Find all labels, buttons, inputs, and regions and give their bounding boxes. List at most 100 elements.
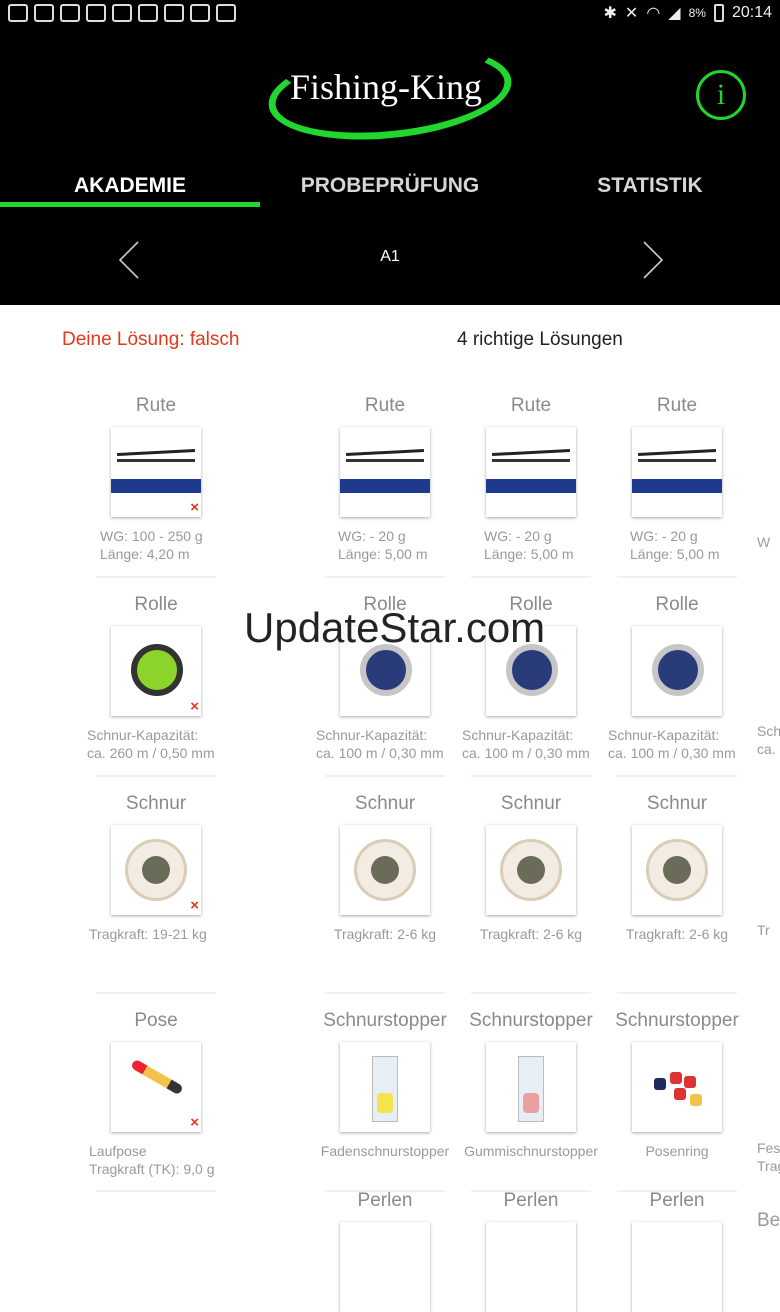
card-title: Schnur — [125, 793, 187, 814]
description-line: Tragkraft: 19-21 kg — [89, 926, 207, 942]
description-line: Laufpose — [89, 1143, 147, 1159]
card-description: Tragkraft: 19-21 kg — [83, 925, 229, 943]
description-line: ca. 100 m / 0,30 mm — [608, 745, 736, 761]
chevron-right-icon[interactable] — [642, 240, 666, 279]
tab-probepruefung[interactable]: PROBEPRÜFUNG — [260, 168, 520, 208]
card-divider — [96, 576, 216, 578]
equipment-image — [486, 1222, 576, 1312]
card-description: WG: - 20 g Länge: 5,00 m — [458, 527, 604, 563]
card-title: Rolle — [655, 594, 699, 615]
equipment-image — [632, 626, 722, 716]
equipment-card[interactable]: Rute WG: - 20 g Länge: 5,00 m — [312, 395, 458, 578]
equipment-card[interactable]: Schnur Tragkraft: 2-6 kg — [604, 793, 750, 994]
card-description: Schnur-Kapazität: ca. 100 m / 0,30 mm — [604, 726, 750, 762]
card-description: Tragkraft: 2-6 kg — [458, 925, 604, 943]
card-description: Fadenschnurstopper — [312, 1142, 458, 1160]
equipment-card[interactable]: Rolle × Schnur-Kapazität: ca. 260 m / 0,50 … — [83, 594, 229, 777]
card-title: Rolle — [134, 594, 178, 615]
peek-column-text: ca. — [757, 741, 776, 757]
level-navigator: A1 — [0, 232, 780, 284]
equipment-card[interactable]: Schnur Tragkraft: 2-6 kg — [312, 793, 458, 994]
info-icon[interactable]: i — [696, 70, 746, 120]
equipment-card[interactable]: Schnurstopper Gummischnurstopper — [458, 1010, 604, 1192]
card-title: Schnurstopper — [323, 1010, 447, 1031]
correct-solutions-count: 4 richtige Lösungen — [457, 329, 623, 350]
equipment-image — [340, 1222, 430, 1312]
equipment-card[interactable]: Perlen — [312, 1190, 458, 1312]
equipment-card[interactable]: Rute WG: - 20 g Länge: 5,00 m — [604, 395, 750, 578]
equipment-card[interactable]: Pose × Laufpose Tragkraft (TK): 9,0 g — [83, 1010, 229, 1192]
equipment-image — [632, 1042, 722, 1132]
description-line: Fadenschnurstopper — [320, 1143, 450, 1159]
card-description: Tragkraft: 2-6 kg — [604, 925, 750, 943]
description-line: Posenring — [645, 1143, 709, 1159]
your-solution-status: Deine Lösung: falsch — [62, 329, 240, 350]
equipment-card[interactable]: Rute WG: - 20 g Länge: 5,00 m — [458, 395, 604, 578]
card-title: Rute — [510, 395, 552, 416]
description-line: Tragkraft (TK): 9,0 g — [89, 1161, 215, 1177]
equipment-image — [632, 1222, 722, 1312]
equipment-card[interactable]: Schnur × Tragkraft: 19-21 kg — [83, 793, 229, 994]
equipment-card[interactable]: Rute × WG: 100 - 250 g Länge: 4,20 m — [83, 395, 229, 578]
card-title: Schnur — [646, 793, 708, 814]
equipment-image: × — [111, 626, 201, 716]
card-description: Laufpose Tragkraft (TK): 9,0 g — [83, 1142, 229, 1178]
tab-statistik[interactable]: STATISTIK — [520, 168, 780, 208]
description-line: Tragkraft: 2-6 kg — [333, 926, 437, 942]
description-line: ca. 100 m / 0,30 mm — [316, 745, 444, 761]
equipment-card[interactable]: Perlen — [458, 1190, 604, 1312]
description-line: WG: 100 - 250 g — [100, 528, 203, 544]
logo-text: Fishing-King — [290, 67, 483, 107]
peek-column-text: Tr — [757, 922, 770, 938]
card-divider — [617, 775, 737, 777]
peek-column-text: Trag — [757, 1158, 780, 1174]
calendar-icon — [216, 4, 236, 22]
equipment-image — [340, 1042, 430, 1132]
equipment-image: × — [111, 427, 201, 517]
equipment-card[interactable]: Rolle Schnur-Kapazität: ca. 100 m / 0,30 m… — [604, 594, 750, 777]
wrong-mark-icon: × — [190, 499, 199, 516]
description-line: ca. 100 m / 0,30 mm — [462, 745, 590, 761]
card-divider — [471, 775, 591, 777]
equipment-image — [632, 427, 722, 517]
gallery-icon — [86, 4, 106, 22]
description-line: WG: - 20 g — [484, 528, 552, 544]
equipment-card[interactable]: Schnurstopper Posenring — [604, 1010, 750, 1192]
active-tab-indicator — [0, 202, 260, 207]
description-line: Schnur-Kapazität: — [608, 727, 720, 743]
card-description: WG: - 20 g Länge: 5,00 m — [604, 527, 750, 563]
mute-icon: ✕ — [624, 5, 639, 22]
android-icon — [112, 4, 132, 22]
card-title: Schnur — [354, 793, 416, 814]
battery-icon — [713, 4, 724, 22]
description-line: WG: - 20 g — [630, 528, 698, 544]
status-bar: ✱ ✕ ◠ ◢ 8% 20:14 — [0, 0, 780, 28]
description-line: Länge: 5,00 m — [338, 546, 428, 562]
gallery-icon — [60, 4, 80, 22]
card-description: Schnur-Kapazität: ca. 100 m / 0,30 mm — [458, 726, 604, 762]
card-title: Schnurstopper — [469, 1010, 593, 1031]
equipment-image — [486, 427, 576, 517]
description-line: Gummischnurstopper — [464, 1143, 598, 1159]
description-line: Schnur-Kapazität: — [316, 727, 428, 743]
image-icon — [190, 4, 210, 22]
card-title: Perlen — [357, 1190, 413, 1211]
description-line: Länge: 5,00 m — [630, 546, 720, 562]
card-divider — [325, 576, 445, 578]
description-line: Tragkraft: 2-6 kg — [479, 926, 583, 942]
peek-column-text: Be — [757, 1210, 780, 1231]
equipment-card[interactable]: Schnurstopper Fadenschnurstopper — [312, 1010, 458, 1192]
watermark: UpdateStar.com — [244, 604, 546, 651]
peek-column-text: Sch — [757, 723, 780, 739]
card-title: Pose — [134, 1010, 178, 1031]
card-divider — [617, 576, 737, 578]
card-divider — [617, 992, 737, 994]
card-divider — [325, 992, 445, 994]
equipment-image — [340, 427, 430, 517]
mail-icon — [34, 4, 54, 22]
card-description: WG: - 20 g Länge: 5,00 m — [312, 527, 458, 563]
card-divider — [471, 992, 591, 994]
description-line: Tragkraft: 2-6 kg — [625, 926, 729, 942]
equipment-card[interactable]: Schnur Tragkraft: 2-6 kg — [458, 793, 604, 994]
equipment-card[interactable]: Perlen — [604, 1190, 750, 1312]
